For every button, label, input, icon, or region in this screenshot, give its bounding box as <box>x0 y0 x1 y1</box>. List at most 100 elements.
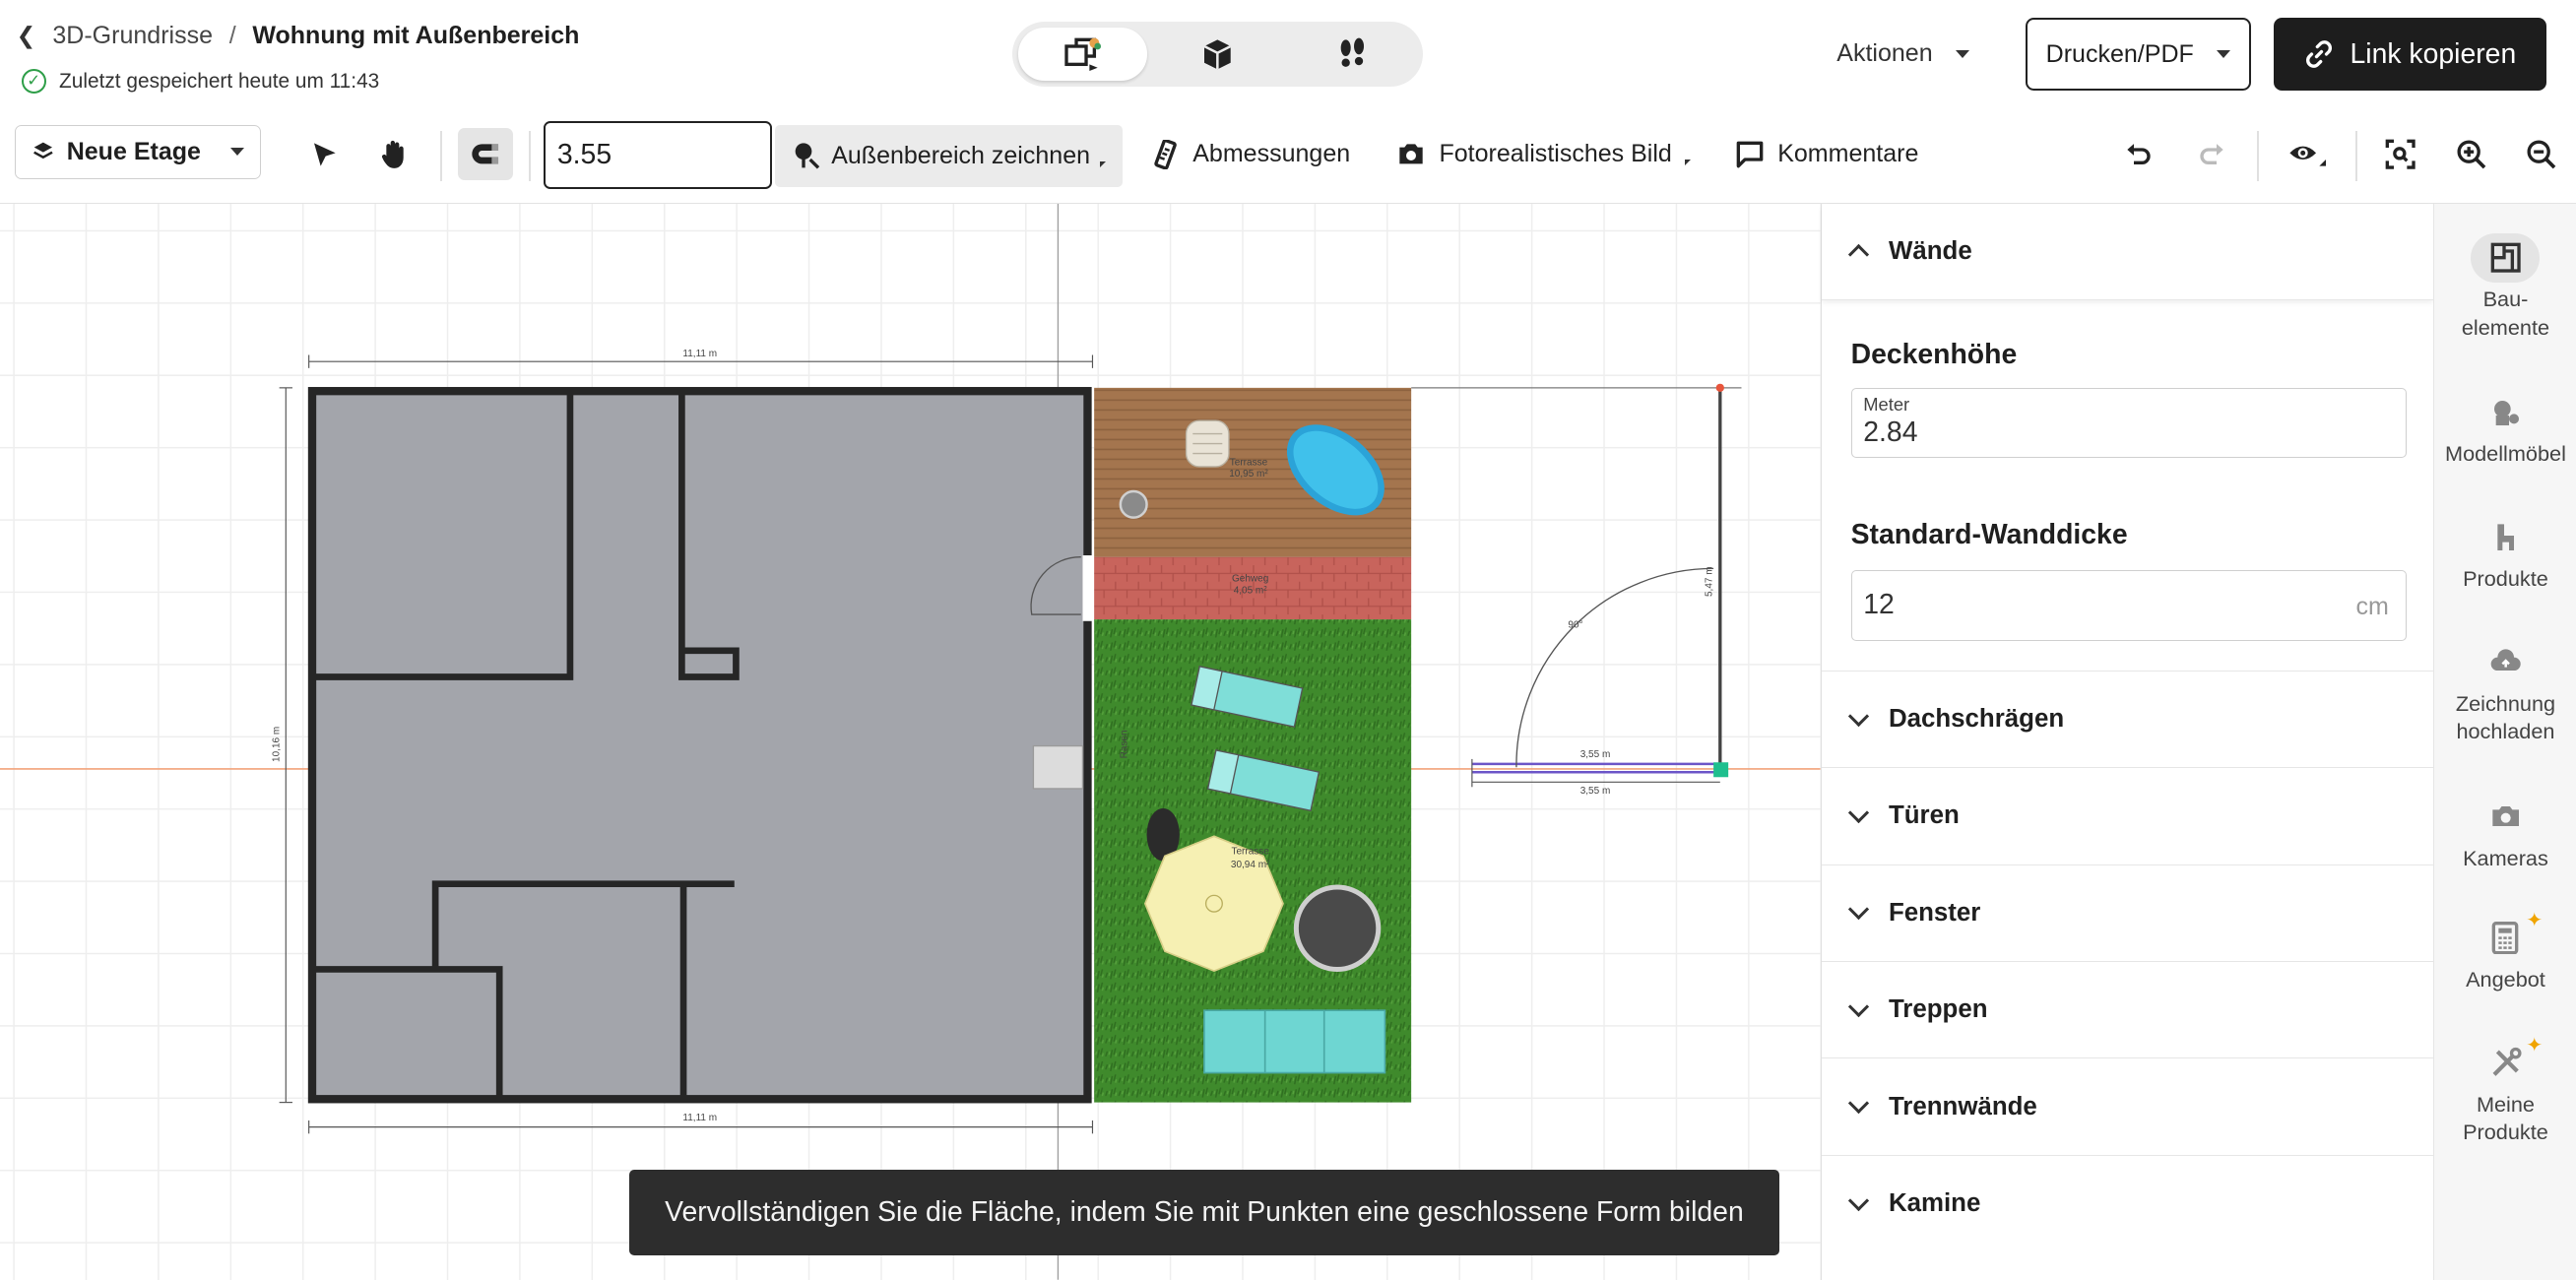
wall-thickness-field[interactable]: 12 cm <box>1850 569 2407 641</box>
wall-endpoint-handle[interactable] <box>1713 762 1729 778</box>
path-area: 4,05 m² <box>1234 585 1268 596</box>
redo-button[interactable] <box>2187 128 2236 180</box>
undo-button[interactable] <box>2114 128 2163 180</box>
chevron-down-icon <box>1847 1189 1869 1211</box>
section-partitions[interactable]: Trennwände <box>1821 1057 2434 1154</box>
tree-brush-icon <box>795 143 820 169</box>
actions-menu[interactable]: Aktionen <box>1836 39 1969 68</box>
print-pdf-label: Drucken/PDF <box>2045 39 2194 68</box>
breadcrumb: ❮ 3D-Grundrisse / Wohnung mit Außenberei… <box>17 22 580 50</box>
rail-label-line1: Zeichnung <box>2455 690 2556 716</box>
rail-label-line1: Meine <box>2476 1091 2535 1117</box>
submenu-corner-icon <box>1100 160 1107 167</box>
rail-my-products[interactable]: ✦ Meine Produkte <box>2434 1035 2576 1146</box>
terrace2-area: 30,94 m² <box>1231 860 1270 870</box>
toolbar-divider <box>529 131 531 181</box>
section-roof-slopes[interactable]: Dachschrägen <box>1821 670 2434 767</box>
building-elements-icon <box>2490 242 2521 273</box>
ceiling-height-label: Deckenhöhe <box>1850 338 2018 370</box>
wall-start-point[interactable] <box>1715 383 1724 392</box>
rail-icon-bg <box>2471 388 2540 437</box>
back-chevron-icon[interactable]: ❮ <box>17 22 39 49</box>
fit-view-button[interactable] <box>2376 128 2425 180</box>
3d-box-icon <box>1203 39 1232 70</box>
floorplan-canvas[interactable]: 11,11 m 11,11 m 10,16 m Terrasse 10,95 m… <box>0 203 1821 1280</box>
fire-pit[interactable] <box>1293 884 1382 972</box>
print-pdf-button[interactable]: Drucken/PDF <box>2026 18 2251 91</box>
section-doors[interactable]: Türen <box>1821 767 2434 864</box>
rail-cameras[interactable]: Kameras <box>2434 792 2576 872</box>
chevron-down-icon <box>1847 995 1869 1017</box>
wall-length-input[interactable] <box>544 121 773 189</box>
outdoor-sofa[interactable] <box>1203 1009 1386 1074</box>
view-walk-button[interactable] <box>1288 28 1416 80</box>
rail-label-line1: Kameras <box>2463 845 2548 870</box>
section-stairs[interactable]: Treppen <box>1821 961 2434 1057</box>
section-label: Trennwände <box>1888 1092 2037 1120</box>
draw-outside-area-button[interactable]: Außenbereich zeichnen <box>775 124 1123 188</box>
section-walls-header[interactable]: Wände <box>1821 204 2433 300</box>
app-root: ❮ 3D-Grundrisse / Wohnung mit Außenberei… <box>0 0 2576 1280</box>
zoom-in-button[interactable] <box>2446 128 2495 180</box>
ceiling-unit-label: Meter <box>1863 393 1910 415</box>
cloud-upload-icon <box>2490 649 2521 671</box>
pan-tool-button[interactable] <box>369 128 419 180</box>
section-windows[interactable]: Fenster <box>1821 864 2434 961</box>
rail-icon-bg <box>2471 792 2540 841</box>
magnet-icon <box>472 144 499 164</box>
snap-magnet-button[interactable] <box>458 128 513 181</box>
view-2d-button[interactable] <box>1018 28 1147 81</box>
project-title[interactable]: Wohnung mit Außenbereich <box>252 22 579 50</box>
rail-upload-drawing[interactable]: Zeichnung hochladen <box>2434 637 2576 745</box>
zoom-in-icon <box>2457 140 2485 169</box>
select-tool-button[interactable] <box>299 128 349 180</box>
window-element[interactable] <box>1032 744 1084 790</box>
toolbar-divider <box>440 131 442 181</box>
zoom-out-button[interactable] <box>2517 128 2566 180</box>
copy-link-button[interactable]: Link kopieren <box>2274 18 2547 91</box>
wall-length-bottom: 3,55 m <box>1580 786 1611 797</box>
eye-icon <box>2289 146 2327 166</box>
section-label: Kamine <box>1888 1189 1981 1218</box>
rail-quote[interactable]: ✦ Angebot <box>2434 910 2576 994</box>
ruler-icon <box>1154 139 1178 169</box>
dim-left-label: 10,16 m <box>272 727 283 762</box>
floor-plan-drawing[interactable]: 11,11 m 11,11 m 10,16 m Terrasse 10,95 m… <box>0 203 1821 1280</box>
deck-chair[interactable] <box>1185 419 1230 468</box>
wall-in-progress[interactable] <box>1411 383 1742 788</box>
wall-thickness-unit: cm <box>2355 592 2389 620</box>
rail-products[interactable]: Produkte <box>2434 513 2576 594</box>
dimensions-button[interactable]: Abmessungen <box>1153 139 1350 169</box>
sparkle-icon: ✦ <box>2526 1034 2544 1056</box>
properties-panel: Wände Deckenhöhe Meter 2.84 Standard-Wan… <box>1820 203 2434 1280</box>
comments-button[interactable]: Kommentare <box>1735 140 1918 169</box>
building-floor[interactable] <box>311 391 1088 1100</box>
layers-icon <box>32 143 53 160</box>
section-label: Fenster <box>1888 898 1981 927</box>
rail-label-line1: Bau- <box>2482 287 2529 312</box>
breadcrumb-back-link[interactable]: 3D-Grundrisse <box>52 22 213 50</box>
dim-bottom-label: 11,11 m <box>682 1113 717 1123</box>
section-fireplaces[interactable]: Kamine <box>1821 1154 2434 1251</box>
focus-frame-icon <box>2385 139 2415 169</box>
top-bar: ❮ 3D-Grundrisse / Wohnung mit Außenberei… <box>0 0 2576 111</box>
photorealistic-image-button[interactable]: Fotorealistisches Bild <box>1396 140 1692 168</box>
visibility-menu-button[interactable] <box>2277 128 2339 180</box>
floor-select[interactable]: Neue Etage <box>15 124 262 179</box>
terrace1-name: Terrasse <box>1230 457 1268 468</box>
toolbar-divider <box>2355 131 2358 181</box>
rail-label-line1: Angebot <box>2466 966 2545 992</box>
rail-model-furniture[interactable]: Modellmöbel <box>2434 388 2576 469</box>
terrace1-area: 10,95 m² <box>1229 469 1268 480</box>
pointer-arrow-icon <box>313 143 336 166</box>
actions-label: Aktionen <box>1836 39 1933 68</box>
door-opening[interactable] <box>1082 554 1095 621</box>
rail-building-elements[interactable]: Bau- elemente <box>2434 232 2576 342</box>
ceiling-height-field[interactable]: Meter 2.84 <box>1850 387 2407 459</box>
furniture-icon <box>2493 401 2519 426</box>
view-3d-button[interactable] <box>1153 28 1281 80</box>
rail-icon-bg <box>2471 637 2540 686</box>
wall-length-top: 3,55 m <box>1580 749 1611 760</box>
side-table[interactable] <box>1119 489 1148 519</box>
sparkle-icon: ✦ <box>2526 909 2544 931</box>
